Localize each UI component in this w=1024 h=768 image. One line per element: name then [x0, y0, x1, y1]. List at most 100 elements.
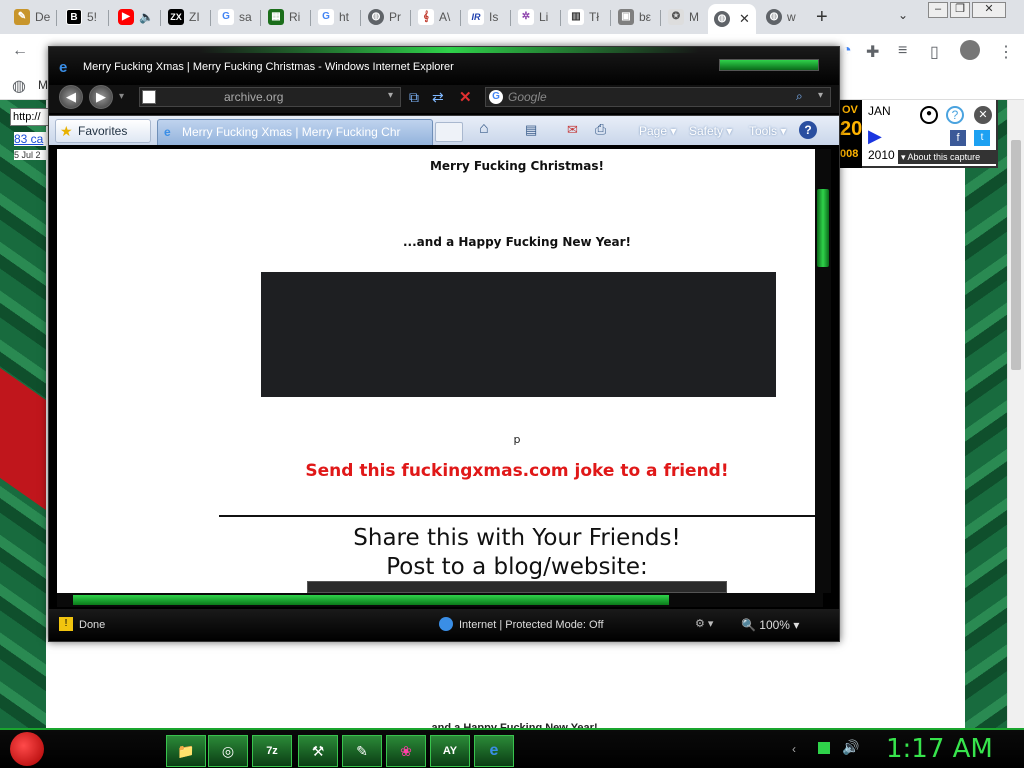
ie-vscroll-thumb[interactable]	[817, 189, 829, 267]
ay-icon[interactable]: AY	[430, 735, 470, 767]
tools-menu[interactable]: Tools ▾	[749, 124, 786, 138]
ie-horizontal-scrollbar[interactable]	[57, 593, 823, 607]
ie-vertical-scrollbar[interactable]	[815, 149, 831, 593]
restore-icon[interactable]: ❐	[950, 2, 970, 18]
pink-icon[interactable]: ❀	[386, 735, 426, 767]
close-window-icon[interactable]: ✕	[972, 2, 1006, 18]
compatibility-icon[interactable]: ⧉	[409, 89, 419, 106]
add-ons-icon[interactable]: ⚙ ▾	[695, 617, 713, 630]
facebook-icon[interactable]: f	[950, 130, 966, 146]
page-scrollbar[interactable]	[1007, 100, 1024, 730]
network-tray-icon[interactable]	[818, 742, 830, 754]
chart-icon: ▥	[568, 9, 584, 25]
tab-13[interactable]: ▣ bε	[612, 4, 658, 30]
ie-hscroll-thumb[interactable]	[73, 595, 669, 605]
speaker-icon: 🔈	[139, 10, 154, 24]
page-menu[interactable]: Page ▾	[639, 124, 676, 138]
next-capture-icon[interactable]: ▶	[868, 126, 882, 147]
refresh-icon[interactable]: ⇄	[432, 89, 444, 106]
pen-icon[interactable]: ✎	[342, 735, 382, 767]
new-tab-button[interactable]: +	[816, 6, 828, 29]
send-to-friend-link[interactable]: Send this fuckingxmas.com joke to a frie…	[267, 461, 767, 481]
tab-label: w	[787, 10, 796, 24]
network-icon: ✲	[518, 9, 534, 25]
ie-address-field[interactable]: archive.org ▾	[139, 87, 401, 107]
7z-icon[interactable]: 7z	[252, 735, 292, 767]
scrollbar-thumb[interactable]	[1011, 140, 1021, 370]
tab-label: 5!	[87, 10, 98, 24]
profile-avatar[interactable]	[960, 40, 980, 60]
tool-icon[interactable]: ⚒	[298, 735, 338, 767]
account-icon[interactable]: ◔	[842, 42, 852, 60]
back-arrow-icon[interactable]: ←	[12, 42, 28, 60]
zoom-control[interactable]: 🔍 100% ▾	[741, 618, 799, 632]
tab-10[interactable]: IR Is	[462, 4, 508, 30]
address-dropdown-icon[interactable]: ▾	[388, 90, 393, 101]
start-button-angry-bird-icon[interactable]	[10, 732, 44, 766]
minimize-icon[interactable]: –	[928, 2, 948, 18]
search-dropdown-icon[interactable]: ▾	[818, 90, 823, 101]
help-icon[interactable]: ?	[946, 106, 964, 124]
tab-14[interactable]: ✪ M	[662, 4, 708, 30]
help-icon[interactable]: ?	[799, 121, 817, 139]
tab-16[interactable]: ◍ w	[760, 4, 806, 30]
google-icon: G	[218, 9, 234, 25]
tray-arrow-icon[interactable]: ‹	[792, 742, 796, 756]
search-icon[interactable]: ⌕	[796, 89, 803, 104]
extensions-icon[interactable]: ✚	[866, 42, 879, 62]
side-panel-icon[interactable]: ▯	[930, 42, 939, 62]
tab-1[interactable]: ✎ De	[8, 4, 54, 30]
embed-code-field[interactable]	[307, 581, 727, 593]
video-embed[interactable]	[261, 272, 776, 397]
history-dropdown-icon[interactable]: ▾	[119, 91, 124, 102]
tab-search-chevron-icon[interactable]: ⌄	[898, 8, 908, 22]
safety-menu[interactable]: Safety ▾	[689, 124, 732, 138]
tab-9[interactable]: 𝄞 A\	[412, 4, 458, 30]
mail-icon[interactable]: ✉	[567, 122, 578, 138]
captures-link[interactable]: 83 ca	[14, 132, 48, 146]
twitter-icon[interactable]: t	[974, 130, 990, 146]
ie-tab[interactable]: e Merry Fucking Xmas | Merry Fucking Chr	[157, 119, 433, 145]
prev-month[interactable]: OV	[842, 104, 858, 116]
menu-kebab-icon[interactable]: ⋮	[998, 42, 1014, 62]
wayback-url-field[interactable]: http://	[10, 108, 50, 126]
tab-3[interactable]: ▶ 🔈	[112, 4, 158, 30]
clock[interactable]: 1:17 AM	[886, 734, 993, 764]
tab-5[interactable]: G sa	[212, 4, 258, 30]
media-icon[interactable]: ≡	[898, 42, 907, 60]
tab-2[interactable]: B 5!	[60, 4, 106, 30]
close-tab-icon[interactable]: ✕	[739, 11, 750, 27]
ie-logo-icon: e	[164, 125, 171, 139]
globe-icon[interactable]: ◍	[12, 76, 26, 96]
home-icon[interactable]: ⌂	[479, 120, 489, 138]
favorites-button[interactable]: ★ Favorites	[55, 119, 151, 143]
user-icon[interactable]: ●	[920, 106, 938, 124]
bookmark-item[interactable]: M	[38, 78, 48, 92]
chrome-icon[interactable]: ◎	[208, 735, 248, 767]
share-heading: Share this with Your Friends!	[353, 525, 681, 551]
tab-6[interactable]: ▦ Ri	[262, 4, 308, 30]
window-title: Merry Fucking Xmas | Merry Fucking Chris…	[83, 61, 454, 73]
feeds-icon[interactable]: ▤	[525, 122, 537, 138]
ie-back-icon[interactable]: ◀	[59, 85, 83, 109]
tab-11[interactable]: ✲ Li	[512, 4, 558, 30]
folder-icon[interactable]: 📁	[166, 735, 206, 767]
ie-search-field[interactable]: G Google ⌕ ▾	[485, 87, 831, 107]
tab-7[interactable]: G ht	[312, 4, 358, 30]
close-icon[interactable]: ✕	[974, 106, 992, 124]
prev-year[interactable]: 008	[840, 148, 858, 160]
stop-icon[interactable]: ✕	[459, 88, 472, 106]
window-buttons[interactable]	[719, 59, 819, 71]
tab-8[interactable]: ◍ Pr	[362, 4, 408, 30]
ie-icon[interactable]: e	[474, 735, 514, 767]
about-capture-button[interactable]: ▾ About this capture	[898, 150, 996, 164]
tab-active[interactable]: ◍ ✕	[708, 4, 756, 34]
tab-12[interactable]: ▥ Tł	[562, 4, 608, 30]
tab-4[interactable]: ZX ZI	[162, 4, 208, 30]
security-zone[interactable]: Internet | Protected Mode: Off	[459, 619, 604, 631]
print-icon[interactable]: ⎙	[595, 121, 606, 138]
ie-new-tab-button[interactable]	[435, 122, 463, 142]
ie-tab-title: Merry Fucking Xmas | Merry Fucking Chr	[182, 125, 401, 139]
volume-icon[interactable]: 🔊	[842, 739, 859, 756]
ie-forward-icon[interactable]: ▶	[89, 85, 113, 109]
